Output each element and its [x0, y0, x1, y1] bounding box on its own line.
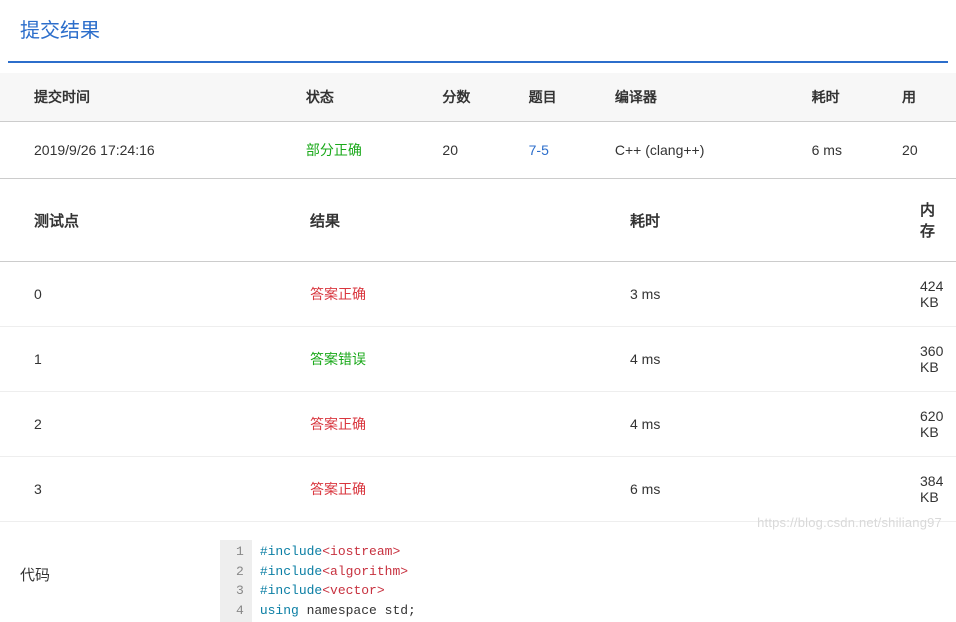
code-section: 代码 1234 #include<iostream>#include<algor…	[0, 540, 956, 622]
cell-time: 6 ms	[620, 457, 910, 522]
cell-testpoint: 3	[0, 457, 300, 522]
code-line: #include<algorithm>	[260, 562, 416, 582]
code-token: using	[260, 603, 299, 618]
code-label: 代码	[0, 540, 220, 585]
col-submit-time: 提交时间	[0, 73, 296, 122]
testpoint-header-row: 测试点 结果 耗时 内存	[0, 179, 956, 262]
cell-result: 答案正确	[300, 262, 620, 327]
cell-memory: 620 KB	[910, 392, 956, 457]
code-line: #include<iostream>	[260, 542, 416, 562]
table-row: 2答案正确4 ms620 KB	[0, 392, 956, 457]
testpoint-table: 测试点 结果 耗时 内存 0答案正确3 ms424 KB1答案错误4 ms360…	[0, 179, 956, 522]
cell-testpoint: 0	[0, 262, 300, 327]
col-elapsed: 耗时	[802, 73, 892, 122]
line-number: 4	[236, 601, 244, 621]
code-block: 1234 #include<iostream>#include<algorith…	[220, 540, 424, 622]
table-row: 0答案正确3 ms424 KB	[0, 262, 956, 327]
line-number: 2	[236, 562, 244, 582]
cell-result: 答案正确	[300, 457, 620, 522]
summary-header-row: 提交时间 状态 分数 题目 编译器 耗时 用	[0, 73, 956, 122]
cell-score: 20	[432, 122, 518, 179]
code-line: using namespace std;	[260, 601, 416, 621]
cell-time: 3 ms	[620, 262, 910, 327]
col-testpoint: 测试点	[0, 179, 300, 262]
code-line: #include<vector>	[260, 581, 416, 601]
col-status: 状态	[296, 73, 433, 122]
code-token: <algorithm>	[322, 564, 408, 579]
line-number: 3	[236, 581, 244, 601]
code-token: #include	[260, 544, 322, 559]
table-row: 3答案正确6 ms384 KB	[0, 457, 956, 522]
code-token: #include	[260, 583, 322, 598]
col-memory: 用	[892, 73, 956, 122]
cell-elapsed: 6 ms	[802, 122, 892, 179]
cell-memory: 384 KB	[910, 457, 956, 522]
cell-testpoint: 2	[0, 392, 300, 457]
submission-summary-table: 提交时间 状态 分数 题目 编译器 耗时 用 2019/9/26 17:24:1…	[0, 73, 956, 179]
code-lines: #include<iostream>#include<algorithm>#in…	[252, 540, 424, 622]
cell-testpoint: 1	[0, 327, 300, 392]
cell-submit-time: 2019/9/26 17:24:16	[0, 122, 296, 179]
cell-problem-link[interactable]: 7-5	[519, 122, 605, 179]
table-row: 1答案错误4 ms360 KB	[0, 327, 956, 392]
title-divider	[8, 61, 948, 63]
code-token: <iostream>	[322, 544, 400, 559]
cell-memory: 424 KB	[910, 262, 956, 327]
col-time: 耗时	[620, 179, 910, 262]
cell-memory: 20	[892, 122, 956, 179]
code-token: <vector>	[322, 583, 384, 598]
col-result: 结果	[300, 179, 620, 262]
page-title: 提交结果	[0, 0, 956, 61]
cell-memory: 360 KB	[910, 327, 956, 392]
col-compiler: 编译器	[605, 73, 802, 122]
col-memory: 内存	[910, 179, 956, 262]
cell-status: 部分正确	[296, 122, 433, 179]
cell-time: 4 ms	[620, 327, 910, 392]
code-token: #include	[260, 564, 322, 579]
code-token: namespace std;	[299, 603, 416, 618]
col-score: 分数	[432, 73, 518, 122]
line-number: 1	[236, 542, 244, 562]
cell-time: 4 ms	[620, 392, 910, 457]
cell-compiler: C++ (clang++)	[605, 122, 802, 179]
summary-row: 2019/9/26 17:24:16 部分正确 20 7-5 C++ (clan…	[0, 122, 956, 179]
cell-result: 答案错误	[300, 327, 620, 392]
code-gutter: 1234	[220, 540, 252, 622]
col-problem: 题目	[519, 73, 605, 122]
cell-result: 答案正确	[300, 392, 620, 457]
